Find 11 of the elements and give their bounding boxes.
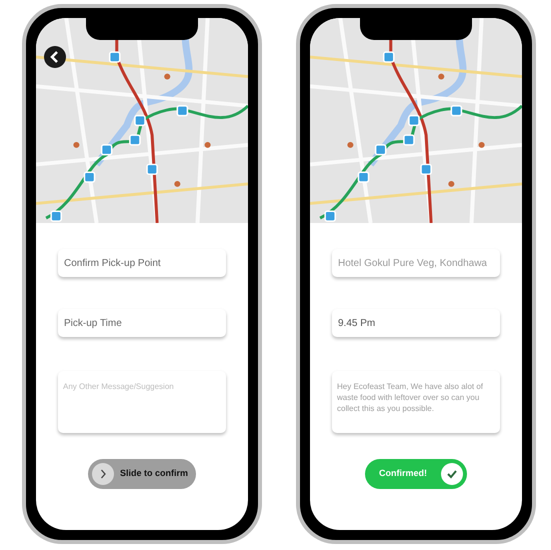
checkmark-icon <box>441 463 463 485</box>
input-field[interactable]: Pick-up Time <box>58 309 226 337</box>
input-field[interactable]: Hotel Gokul Pure Veg, Kondhawa <box>332 249 500 277</box>
message-field[interactable]: Any Other Message/Suggesion <box>58 371 226 433</box>
chevron-right-icon <box>92 463 114 485</box>
confirmed-button[interactable]: Confirmed! <box>365 459 467 489</box>
message-field[interactable]: Hey Ecofeast Team, We have also alot of waste food with leftover over so can you collect this as you possible. <box>332 371 500 433</box>
back-icon <box>50 51 60 63</box>
slide-to-confirm-slider[interactable]: Slide to confirm <box>88 459 196 489</box>
input-field[interactable]: Confirm Pick-up Point <box>58 249 226 277</box>
input-field[interactable]: 9.45 Pm <box>332 309 500 337</box>
